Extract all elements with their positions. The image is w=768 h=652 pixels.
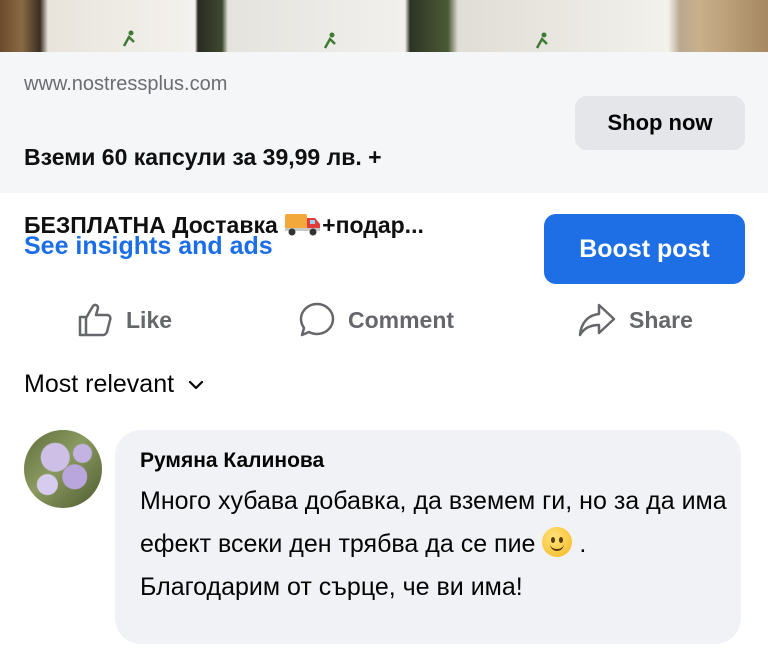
comment-bubble-icon (299, 302, 335, 337)
ad-domain: www.nostressplus.com (24, 73, 228, 95)
like-label: Like (126, 306, 173, 333)
chevron-down-icon (188, 380, 204, 389)
smiling-face-icon (542, 527, 573, 557)
ad-headline-line2-suffix: +подар... (322, 212, 424, 238)
share-label: Share (629, 306, 693, 333)
commenter-avatar[interactable] (24, 430, 102, 508)
see-insights-link[interactable]: See insights and ads (24, 232, 273, 261)
comment-button[interactable]: Comment (298, 300, 454, 340)
ad-headline-line1: Вземи 60 капсули за 39,99 лв. + (24, 144, 382, 170)
thumbs-up-icon (78, 303, 112, 337)
product-logo-mark (122, 30, 135, 47)
comment-label: Comment (348, 306, 455, 333)
product-logo-mark (535, 32, 548, 49)
share-button[interactable]: Share (577, 300, 693, 340)
ad-headline[interactable]: Вземи 60 капсули за 39,99 лв. + БЕЗПЛАТН… (24, 106, 564, 242)
boost-post-button[interactable]: Boost post (544, 214, 745, 284)
product-logo-mark (323, 32, 336, 49)
sort-label: Most relevant (24, 370, 175, 398)
comment-text: Много хубава добавка, да вземем ги, но з… (140, 480, 730, 609)
comment-text-part1: Много хубава добавка, да вземем ги, но з… (140, 487, 727, 558)
comment-author[interactable]: Румяна Калинова (140, 449, 324, 473)
shop-now-button[interactable]: Shop now (575, 96, 745, 150)
ad-image[interactable] (0, 0, 768, 52)
comment-sort-dropdown[interactable]: Most relevant (24, 370, 204, 399)
like-button[interactable]: Like (76, 300, 172, 340)
share-arrow-icon (578, 303, 616, 337)
delivery-truck-icon (285, 214, 321, 236)
